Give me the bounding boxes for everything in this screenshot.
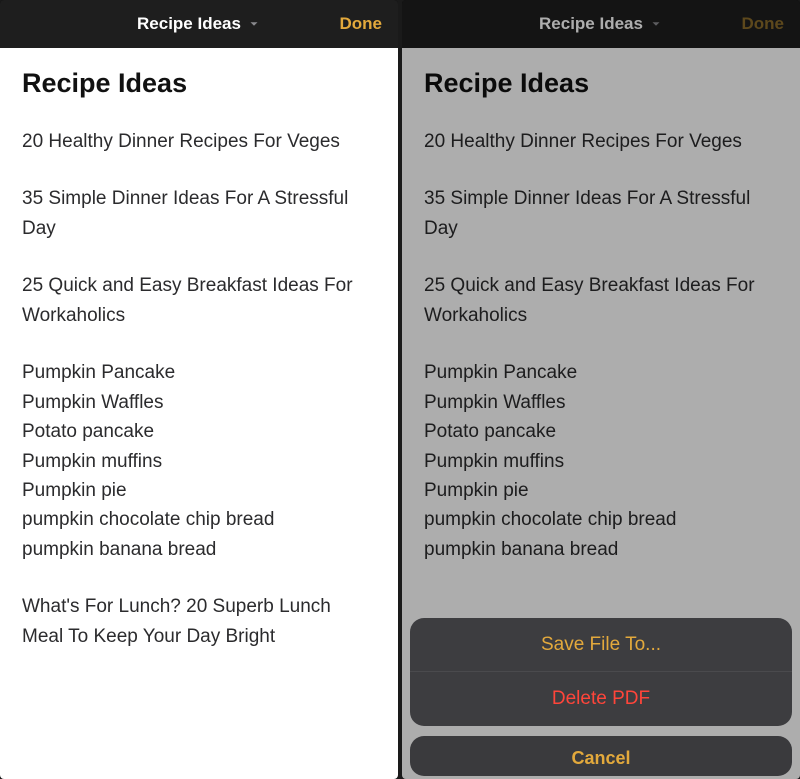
list-item: Pumpkin Waffles <box>22 388 376 417</box>
list-item: Potato pancake <box>22 417 376 446</box>
list-item: pumpkin chocolate chip bread <box>22 505 376 534</box>
action-sheet-group: Save File To... Delete PDF <box>410 618 792 726</box>
phone-screen-left: Recipe Ideas Done Recipe Ideas 20 Health… <box>0 0 398 779</box>
phone-screen-right: Recipe Ideas Done Recipe Ideas 20 Health… <box>402 0 800 779</box>
nav-title: Recipe Ideas <box>137 14 241 34</box>
delete-pdf-button[interactable]: Delete PDF <box>410 672 792 726</box>
nav-title-dropdown[interactable]: Recipe Ideas <box>137 14 261 34</box>
note-paragraph: 20 Healthy Dinner Recipes For Veges <box>424 127 778 156</box>
navbar: Recipe Ideas Done <box>402 0 800 48</box>
list-item: pumpkin banana bread <box>424 535 778 564</box>
note-title: Recipe Ideas <box>22 68 376 99</box>
list-item: Pumpkin pie <box>22 476 376 505</box>
note-paragraph: 25 Quick and Easy Breakfast Ideas For Wo… <box>22 271 376 330</box>
list-item: Potato pancake <box>424 417 778 446</box>
list-item: pumpkin chocolate chip bread <box>424 505 778 534</box>
list-item: pumpkin banana bread <box>22 535 376 564</box>
note-paragraph: 20 Healthy Dinner Recipes For Veges <box>22 127 376 156</box>
note-paragraph: 35 Simple Dinner Ideas For A Stressful D… <box>22 184 376 243</box>
chevron-down-icon <box>247 17 261 31</box>
list-item: Pumpkin muffins <box>424 447 778 476</box>
list-item: Pumpkin Pancake <box>22 358 376 387</box>
note-list: Pumpkin Pancake Pumpkin Waffles Potato p… <box>424 358 778 564</box>
save-file-to-button[interactable]: Save File To... <box>410 618 792 672</box>
nav-title: Recipe Ideas <box>539 14 643 34</box>
done-button[interactable]: Done <box>340 14 383 34</box>
action-sheet: Save File To... Delete PDF Cancel <box>410 618 792 776</box>
note-list: Pumpkin Pancake Pumpkin Waffles Potato p… <box>22 358 376 564</box>
nav-title-dropdown[interactable]: Recipe Ideas <box>539 14 663 34</box>
note-paragraph: 35 Simple Dinner Ideas For A Stressful D… <box>424 184 778 243</box>
list-item: Pumpkin Pancake <box>424 358 778 387</box>
list-item: Pumpkin Waffles <box>424 388 778 417</box>
note-title: Recipe Ideas <box>424 68 778 99</box>
list-item: Pumpkin muffins <box>22 447 376 476</box>
action-sheet-cancel-group: Cancel <box>410 736 792 776</box>
list-item: Pumpkin pie <box>424 476 778 505</box>
note-paragraph: 25 Quick and Easy Breakfast Ideas For Wo… <box>424 271 778 330</box>
chevron-down-icon <box>649 17 663 31</box>
cancel-button[interactable]: Cancel <box>410 736 792 776</box>
note-paragraph: What's For Lunch? 20 Superb Lunch Meal T… <box>22 592 376 651</box>
note-content[interactable]: Recipe Ideas 20 Healthy Dinner Recipes F… <box>0 48 398 779</box>
navbar: Recipe Ideas Done <box>0 0 398 48</box>
done-button[interactable]: Done <box>742 14 785 34</box>
